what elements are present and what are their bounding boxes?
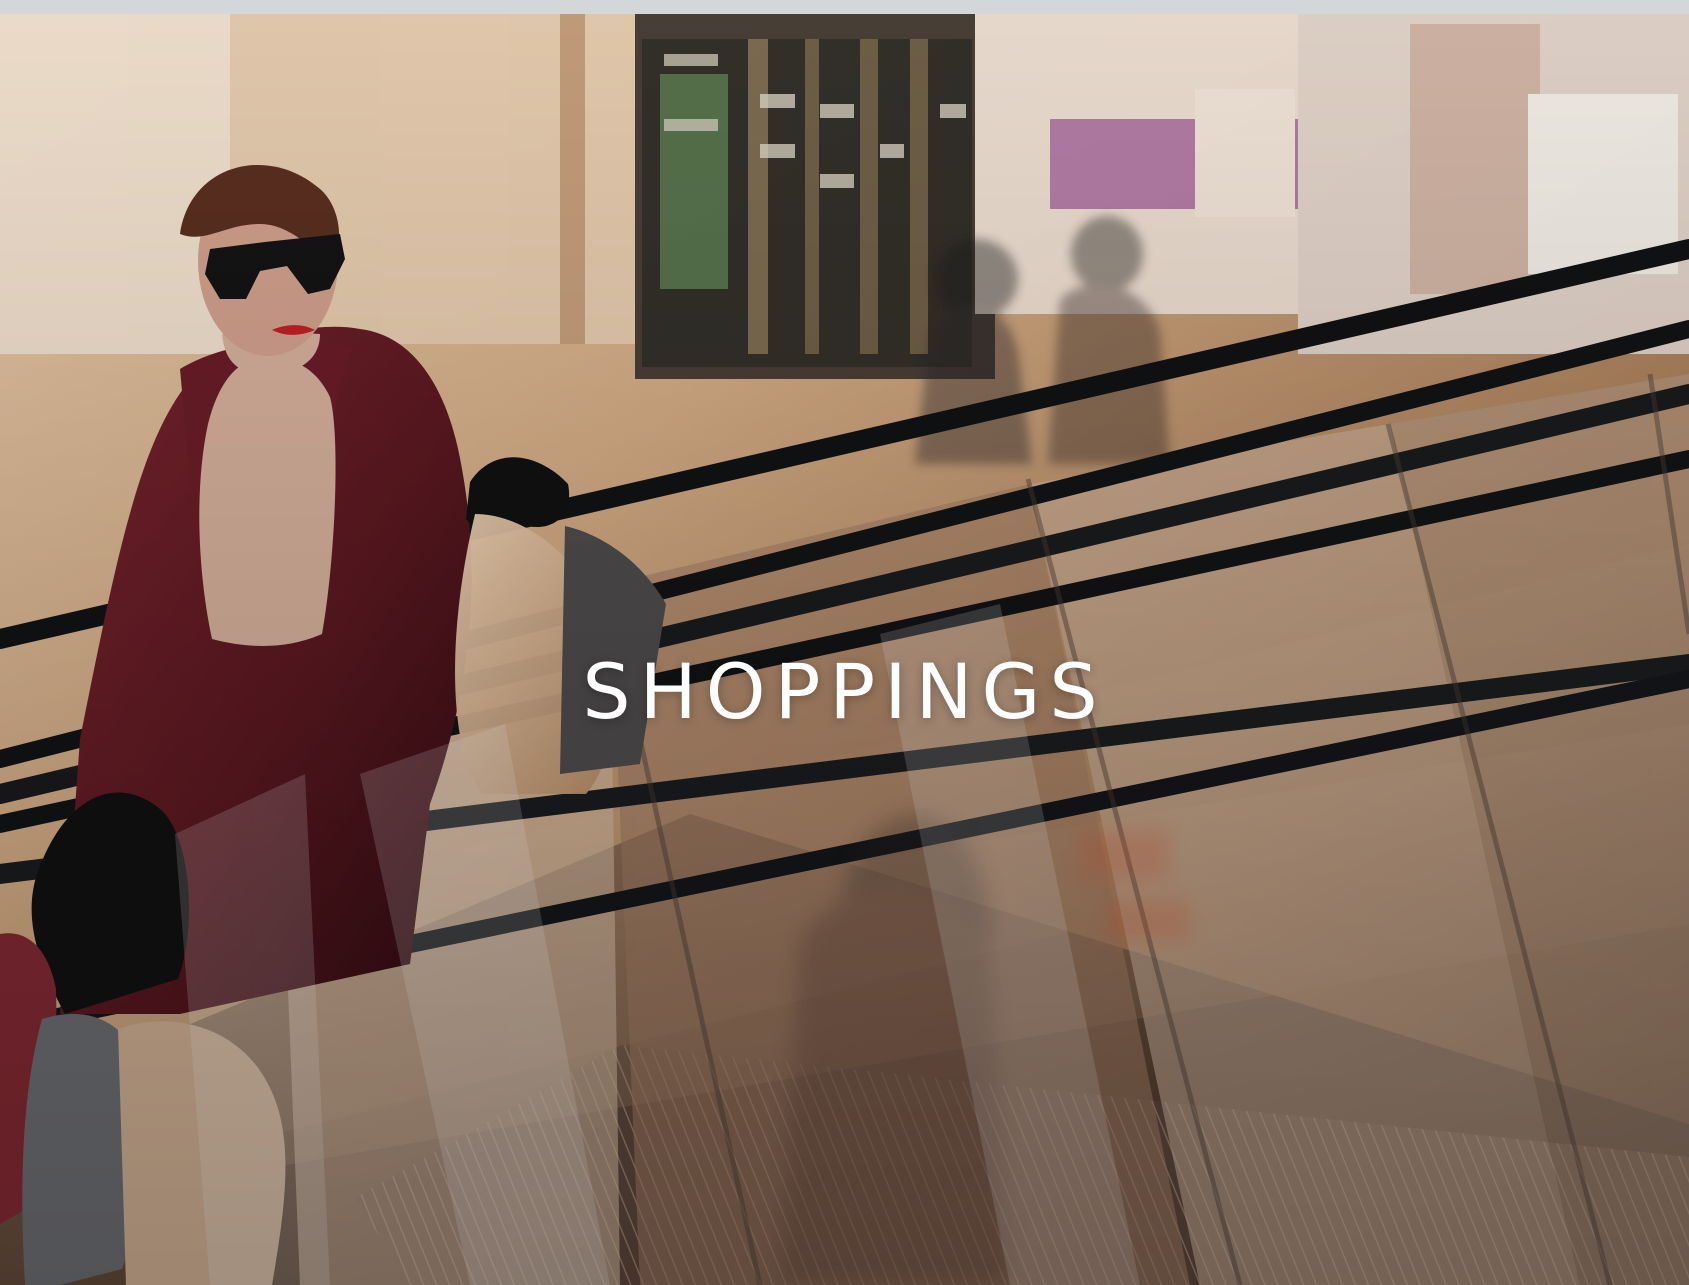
top-strip [0,0,1689,14]
shopping-hero-page: SHOPPINGS [0,0,1689,1285]
hero-banner: SHOPPINGS [0,14,1689,1285]
hero-title: SHOPPINGS [582,647,1107,736]
